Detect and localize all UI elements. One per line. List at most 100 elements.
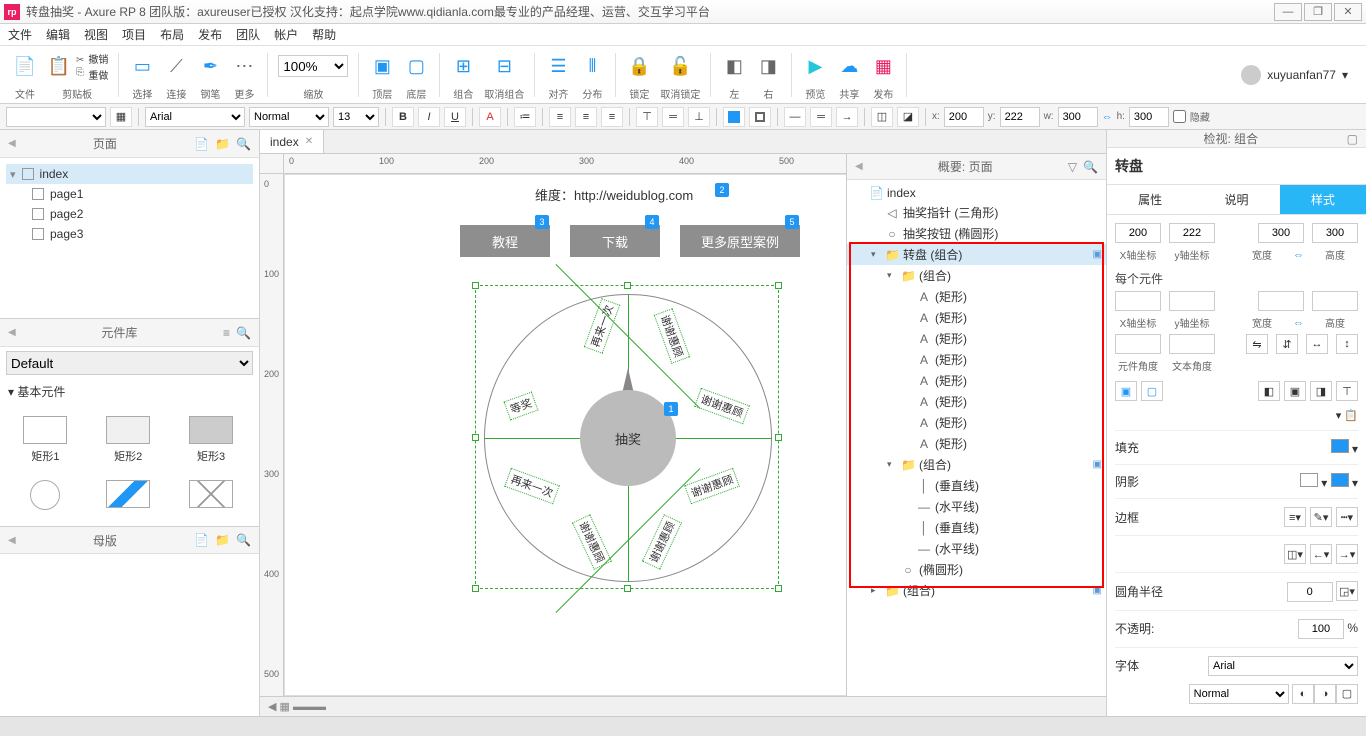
outline-item[interactable]: A(矩形) [847,328,1106,349]
underline-button[interactable]: U [444,107,466,127]
radius-input[interactable] [1287,582,1333,602]
wheel-selection[interactable]: 抽奖 1 再来一次 谢谢惠顾 谢谢惠顾 谢谢惠顾 谢谢惠顾 谢谢惠顾 再来一次 … [475,285,779,589]
insp-weight-select[interactable]: Normal [1189,684,1289,704]
filter-icon[interactable]: ▽ [1068,160,1077,174]
group-icon[interactable]: ⊞ [450,53,476,79]
menu-layout[interactable]: 布局 [160,26,184,43]
more-icon[interactable]: ⋯ [231,53,257,79]
weight-select[interactable]: Normal [249,107,329,127]
front-button[interactable]: ▣ [1115,381,1137,401]
border-vis[interactable]: ◫▾ [1284,544,1306,564]
file-icon[interactable]: 📄 [12,53,38,79]
library-select[interactable]: Default [6,351,253,375]
border-color[interactable]: ✎▾ [1310,507,1332,527]
bold-button[interactable]: B [392,107,414,127]
autosize-w-icon[interactable]: ↔ [1306,334,1328,354]
text-color-button[interactable]: A [479,107,501,127]
page-item-index[interactable]: ▾index [6,164,253,184]
close-tab-icon[interactable]: ✕ [305,136,313,147]
master-folder-icon[interactable]: 📁 [215,533,230,547]
align-l-button[interactable]: ◧ [1258,381,1280,401]
menu-file[interactable]: 文件 [8,26,32,43]
outline-item[interactable]: ▸📁(组合)▣ [847,580,1106,601]
menu-account[interactable]: 帐户 [274,26,298,43]
arrow-start[interactable]: ←▾ [1310,544,1332,564]
each-y-input[interactable] [1169,291,1215,311]
lock-wh-icon[interactable]: ⇔ [1293,249,1304,261]
outline-item[interactable]: ○抽奖按钮 (椭圆形) [847,223,1106,244]
menu-project[interactable]: 项目 [122,26,146,43]
align-c-button[interactable]: ▣ [1284,381,1306,401]
widget-section[interactable]: ▾ 基本元件 [0,379,259,404]
pos-y-input[interactable] [1169,223,1215,243]
outline-item[interactable]: —(水平线) [847,496,1106,517]
widget-rect1[interactable]: 矩形1 [4,408,87,472]
outline-item[interactable]: A(矩形) [847,412,1106,433]
outline-item[interactable]: A(矩形) [847,349,1106,370]
arrow-end[interactable]: →▾ [1336,544,1358,564]
collapse-masters-icon[interactable]: ◀ [8,535,16,546]
each-h-input[interactable] [1312,291,1358,311]
lock-icon[interactable]: 🔒 [626,53,652,79]
add-folder-icon[interactable]: 📁 [215,137,230,151]
back-button[interactable]: ▢ [1141,381,1163,401]
flip-h-icon[interactable]: ⇋ [1246,334,1268,354]
btn-more[interactable]: 更多原型案例 [680,225,800,257]
outline-item[interactable]: —(水平线) [847,538,1106,559]
radius-corners[interactable]: ◲▾ [1336,581,1358,601]
copy-icon[interactable]: ⎘ [76,67,84,78]
outline-item[interactable]: 📄index [847,184,1106,202]
lib-search-icon[interactable]: 🔍 [236,326,251,340]
outline-search-icon[interactable]: 🔍 [1083,160,1098,174]
line-color-button[interactable] [749,107,771,127]
outline-collapse-icon[interactable]: ◀ [855,161,863,172]
text-opt3[interactable]: ▢ [1336,684,1358,704]
widget-placeholder[interactable] [170,472,253,522]
master-search-icon[interactable]: 🔍 [236,533,251,547]
front-icon[interactable]: ▣ [369,53,395,79]
flip-v-icon[interactable]: ⇵ [1276,334,1298,354]
outline-item[interactable]: A(矩形) [847,391,1106,412]
valign-middle-button[interactable]: ═ [662,107,684,127]
align-right-icon[interactable]: ◨ [755,53,781,79]
lock-wh2-icon[interactable]: ⇔ [1293,317,1304,329]
add-page-icon[interactable]: 📄 [194,137,209,151]
outline-item[interactable]: ▾📁(组合) [847,265,1106,286]
publish-icon[interactable]: ▦ [870,53,896,79]
tab-notes[interactable]: 说明 [1193,185,1279,214]
widget-rect3[interactable]: 矩形3 [170,408,253,472]
collapse-widgets-icon[interactable]: ◀ [8,327,16,338]
valign-top-button[interactable]: ⊤ [636,107,658,127]
inspector-menu-icon[interactable]: ▢ [1347,132,1358,146]
tab-style[interactable]: 样式 [1280,185,1366,214]
align-t-button[interactable]: ⊤ [1336,381,1358,401]
align-icon[interactable]: ☰ [545,53,571,79]
outline-item[interactable]: A(矩形) [847,286,1106,307]
bullet-button[interactable]: ≔ [514,107,536,127]
back-icon[interactable]: ▢ [403,53,429,79]
minimize-button[interactable]: — [1274,3,1302,21]
line-style-button[interactable]: — [784,107,806,127]
outline-item[interactable]: A(矩形) [847,433,1106,454]
outline-item[interactable]: ▾📁(组合)▣ [847,454,1106,475]
autosize-h-icon[interactable]: ↕ [1336,334,1358,354]
pos-x-input[interactable] [1115,223,1161,243]
outline-item[interactable]: ○(椭圆形) [847,559,1106,580]
wheel-center[interactable]: 抽奖 [580,390,676,486]
insp-font-select[interactable]: Arial [1208,656,1358,676]
tab-properties[interactable]: 属性 [1107,185,1193,214]
redo-label[interactable]: 重做 [88,67,108,82]
collapse-icon[interactable]: ◀ [8,138,16,149]
style-manager-button[interactable]: ▦ [110,107,132,127]
inner-shadow-button[interactable]: ◪ [897,107,919,127]
page-item-page2[interactable]: page2 [6,204,253,224]
share-icon[interactable]: ☁ [836,53,862,79]
btn-tutorial[interactable]: 教程 [460,225,550,257]
elem-angle-input[interactable] [1115,334,1161,354]
italic-button[interactable]: I [418,107,440,127]
select-icon[interactable]: ▭ [129,53,155,79]
outline-item[interactable]: │(垂直线) [847,517,1106,538]
valign-bottom-button[interactable]: ⊥ [688,107,710,127]
arrow-button[interactable]: → [836,107,858,127]
align-left-button[interactable]: ≡ [549,107,571,127]
